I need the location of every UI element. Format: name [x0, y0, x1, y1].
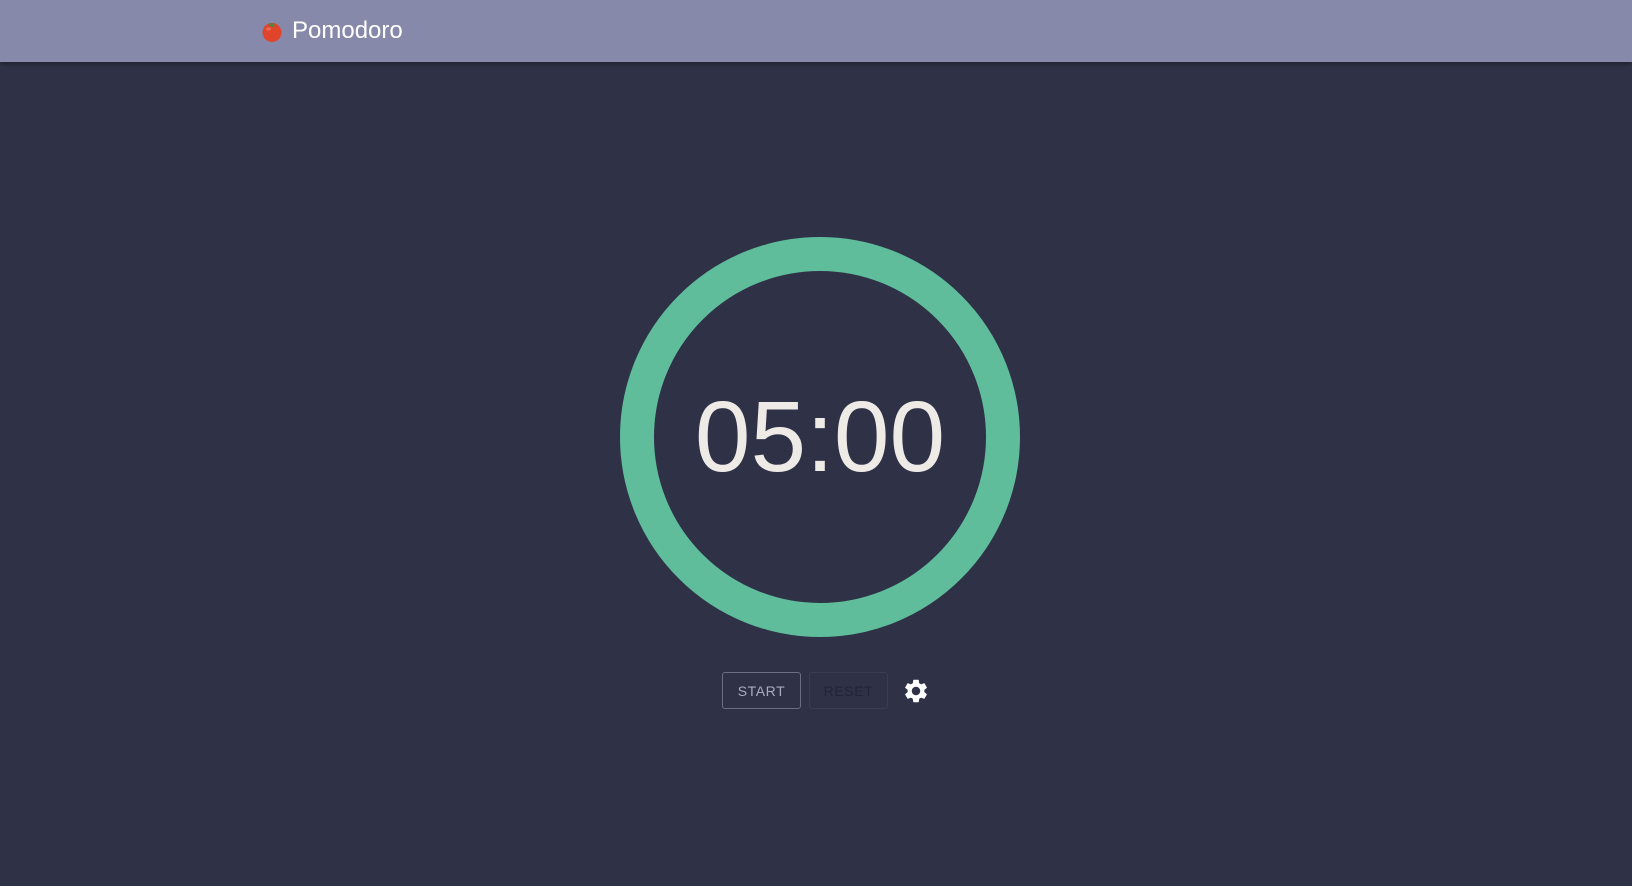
timer-controls: START RESET	[0, 672, 1632, 709]
settings-button[interactable]	[900, 675, 932, 707]
brand-link[interactable]: Pomodoro	[260, 0, 403, 62]
timer-display: 05:00	[694, 380, 946, 493]
timer-ring: 05:00	[619, 236, 1021, 638]
timer-stage: 05:00 START RESET	[0, 62, 1632, 886]
app-title: Pomodoro	[292, 17, 403, 44]
tomato-icon	[262, 22, 282, 42]
app-bar: Pomodoro	[0, 0, 1632, 62]
start-button[interactable]: START	[722, 672, 801, 709]
gear-icon	[905, 679, 927, 702]
reset-button[interactable]: RESET	[809, 672, 888, 709]
